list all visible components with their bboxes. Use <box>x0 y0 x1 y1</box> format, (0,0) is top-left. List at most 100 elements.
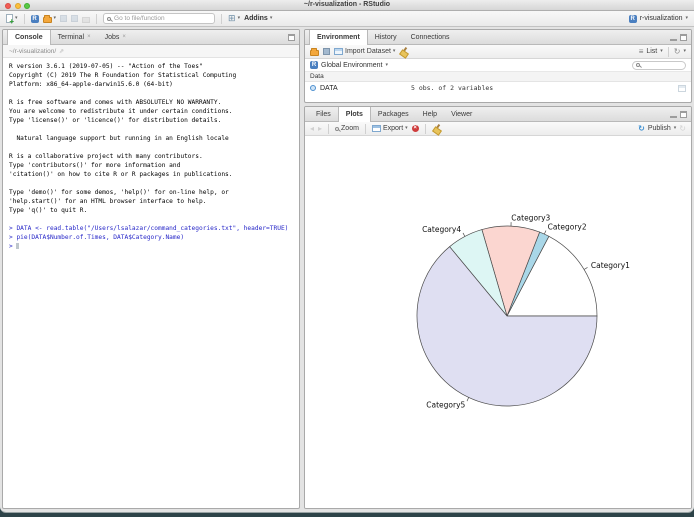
console-tabbar: Console Terminal × Jobs × <box>3 30 299 45</box>
pane-layout-icon: ⊞ <box>228 13 236 23</box>
new-project-button[interactable]: R <box>30 14 39 23</box>
zoom-icon <box>335 126 340 131</box>
environment-search[interactable] <box>632 60 686 70</box>
tab-label: Jobs <box>104 33 120 41</box>
save-workspace-icon[interactable] <box>323 48 330 55</box>
minimize-panel-icon[interactable] <box>670 34 677 41</box>
minimize-window-icon[interactable] <box>14 2 21 9</box>
tab-files[interactable]: Files <box>309 107 338 121</box>
data-section-label: Data <box>310 73 324 80</box>
new-file-button[interactable]: ▾ <box>6 14 18 25</box>
toolbar-divider <box>328 123 330 134</box>
r-project-icon: R <box>628 14 637 23</box>
close-window-icon[interactable] <box>5 2 11 9</box>
print-button[interactable] <box>82 15 91 23</box>
import-dataset-button[interactable]: Import Dataset ▾ <box>334 48 395 55</box>
tab-viewer[interactable]: Viewer <box>444 107 479 121</box>
pie-label-category3: Category3 <box>511 214 550 223</box>
export-plot-button[interactable]: Export ▾ <box>371 125 408 132</box>
environment-scope-label[interactable]: Global Environment <box>321 62 382 69</box>
import-dataset-icon <box>334 48 343 55</box>
tab-label: Plots <box>345 111 363 118</box>
tab-label: Viewer <box>451 110 473 118</box>
environment-scope-row: R Global Environment ▾ <box>305 59 691 72</box>
open-file-button[interactable]: ▾ <box>42 15 57 23</box>
console-output[interactable]: R version 3.6.1 (2019-07-05) -- "Action … <box>3 58 299 255</box>
close-tab-icon[interactable]: × <box>122 34 126 40</box>
console-output-line: R is free software and comes with ABSOLU… <box>9 99 222 106</box>
plots-tabbar: Files Plots Packages Help Viewer <box>305 107 691 122</box>
object-expand-icon[interactable] <box>310 85 316 91</box>
console-output-line: Platform: x86_64-apple-darwin15.6.0 (64-… <box>9 81 173 88</box>
goto-file-input[interactable] <box>114 15 205 22</box>
tab-console[interactable]: Console <box>7 30 51 45</box>
tab-history[interactable]: History <box>368 30 404 44</box>
chevron-down-icon: ▾ <box>685 15 688 21</box>
remove-plot-icon[interactable]: × <box>411 125 419 132</box>
tab-help[interactable]: Help <box>416 107 444 121</box>
tab-label: Terminal <box>57 33 85 41</box>
tab-label: Environment <box>317 34 360 41</box>
addins-button[interactable]: Addins ▾ <box>244 15 272 22</box>
maximize-panel-icon[interactable] <box>680 34 687 41</box>
tab-environment[interactable]: Environment <box>309 30 368 45</box>
import-dataset-label: Import Dataset <box>345 48 391 55</box>
main-toolbar: ▾ R ▾ ⊞▾ Addins▾ R r-visualization ▾ <box>0 11 694 27</box>
console-output-line: Copyright (C) 2019 The R Foundation for … <box>9 72 237 79</box>
console-output-line: Type 'license()' or 'licence()' for dist… <box>9 117 222 124</box>
chevron-down-icon: ▾ <box>269 15 273 21</box>
tab-connections[interactable]: Connections <box>404 30 457 44</box>
previous-plot-icon[interactable]: ◂ <box>310 124 314 133</box>
env-object-summary: 5 obs. of 2 variables <box>411 84 494 92</box>
console-input-line: > pie(DATA$Number.of.Times, DATA$Categor… <box>9 234 185 241</box>
clear-objects-icon[interactable] <box>399 47 408 56</box>
list-view-label[interactable]: List <box>646 48 657 55</box>
pane-layout-button[interactable]: ⊞ ▾ <box>228 14 240 23</box>
tab-packages[interactable]: Packages <box>371 107 416 121</box>
chevron-down-icon: ▾ <box>237 15 241 21</box>
console-output-line: R is a collaborative project with many c… <box>9 153 203 160</box>
console-working-directory: ~/r-visualization/ ⇗ <box>3 45 299 58</box>
pie-label-tick <box>583 267 588 270</box>
maximize-panel-icon[interactable] <box>288 34 295 41</box>
chevron-down-icon: ▾ <box>53 15 57 21</box>
console-output-line: Type 'demo()' for some demos, 'help()' f… <box>9 189 229 196</box>
rstudio-window: ~/r-visualization - RStudio ▾ R ▾ ⊞▾ Add… <box>0 0 694 513</box>
working-directory-label: ~/r-visualization/ <box>9 47 57 55</box>
plots-panel: Files Plots Packages Help Viewer ◂ ▸ Zoom Ex… <box>304 106 692 509</box>
next-plot-icon[interactable]: ▸ <box>318 124 322 133</box>
export-icon <box>371 125 381 132</box>
tab-label: Console <box>15 34 43 41</box>
r-environment-icon: R <box>310 61 318 69</box>
chevron-down-icon: ▾ <box>673 125 677 131</box>
tab-plots[interactable]: Plots <box>337 107 371 122</box>
project-menu-button[interactable]: R r-visualization ▾ <box>628 14 688 23</box>
clear-all-plots-icon[interactable] <box>432 124 441 133</box>
close-tab-icon[interactable]: × <box>87 34 91 40</box>
search-icon <box>636 63 640 67</box>
tab-terminal[interactable]: Terminal × <box>51 30 98 44</box>
maximize-panel-icon[interactable] <box>680 111 687 118</box>
zoom-plot-button[interactable]: Zoom <box>335 125 359 132</box>
load-workspace-icon[interactable] <box>310 48 319 56</box>
goto-directory-icon[interactable]: ⇗ <box>59 48 64 55</box>
minimize-panel-icon[interactable] <box>670 111 677 118</box>
refresh-icon[interactable]: ↻ <box>674 47 681 56</box>
tab-label: Files <box>316 110 331 118</box>
tab-label: Help <box>422 110 438 118</box>
environment-tabbar: Environment History Connections <box>305 30 691 45</box>
chevron-down-icon: ▾ <box>683 48 686 54</box>
tab-jobs[interactable]: Jobs × <box>98 30 133 44</box>
save-button[interactable] <box>60 15 68 22</box>
zoom-window-icon[interactable] <box>24 2 30 9</box>
save-all-button[interactable] <box>71 15 79 22</box>
toolbar-divider <box>667 46 669 57</box>
save-icon <box>60 15 68 22</box>
view-data-icon[interactable] <box>678 84 686 92</box>
env-object-row[interactable]: DATA 5 obs. of 2 variables <box>305 82 691 94</box>
publish-label[interactable]: Publish <box>648 125 671 132</box>
refresh-plot-icon[interactable]: ↻ <box>679 124 686 133</box>
goto-file-search[interactable] <box>103 13 216 24</box>
